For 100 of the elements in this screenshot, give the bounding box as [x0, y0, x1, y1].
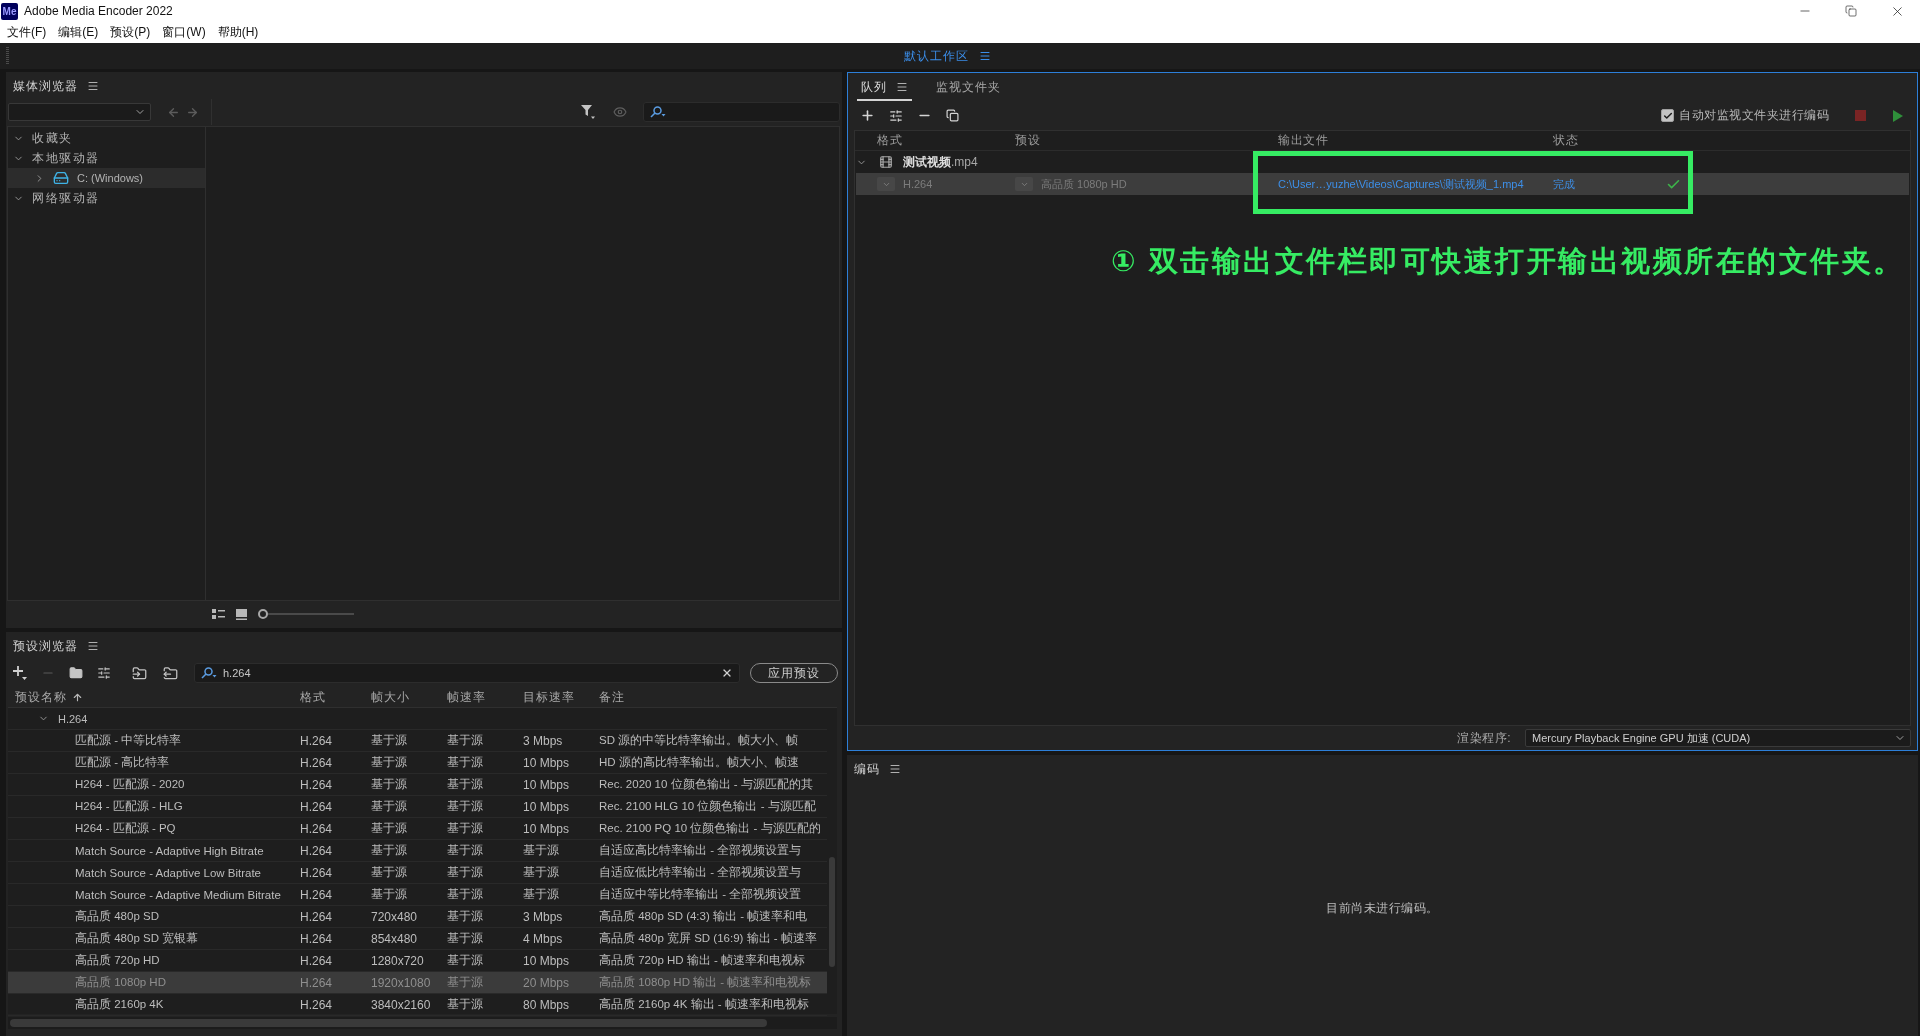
table-cell-text: 基于源	[447, 842, 484, 859]
search-icon[interactable]	[650, 106, 666, 118]
table-cell-text: 匹配源 - 高比特率	[74, 755, 171, 770]
sliders-icon[interactable]	[889, 108, 903, 123]
horizontal-scrollbar[interactable]	[8, 1017, 837, 1029]
table-cell-text: 10 Mbps	[523, 953, 571, 968]
renderer-dropdown[interactable]: Mercury Playback Engine GPU 加速 (CUDA)	[1525, 729, 1911, 747]
preset-row[interactable]: H264 - 匹配源 - 2020 H.264 基于源 基于源 10 Mbps Rec. 2020 10 位颜色输出 - 与源匹配的其	[8, 774, 827, 796]
filter-icon[interactable]	[581, 105, 595, 119]
preset-row[interactable]: 匹配源 - 中等比特率 H.264 基于源 基于源 3 Mbps SD 源的中等比特率输出。帧大小、帧	[8, 730, 827, 752]
column-header[interactable]: 预设	[1015, 132, 1278, 149]
table-cell-text: H264 - 匹配源 - HLG	[74, 799, 184, 814]
table-cell-text: 3840x2160	[371, 997, 432, 1012]
sort-arrow-icon[interactable]	[72, 691, 83, 703]
play-icon[interactable]	[1893, 109, 1903, 122]
column-header[interactable]: 预设名称	[8, 688, 300, 706]
menu-icon[interactable]	[896, 81, 908, 93]
slider-thumb[interactable]	[258, 609, 268, 619]
folder-export-icon[interactable]	[163, 665, 178, 681]
preset-group[interactable]: H.264	[8, 708, 827, 730]
tree-item[interactable]: 网络驱动器	[8, 188, 205, 208]
table-cell-text: 基于源	[371, 842, 408, 859]
checkbox[interactable]	[1661, 109, 1674, 122]
preset-row[interactable]: 高品质 1080p HD H.264 1920x1080 基于源 20 Mbps 高品质 1080p HD 输出 - 帧速率和电视标	[8, 972, 827, 994]
table-cell-text: H.264	[300, 909, 334, 924]
table-cell-text: Match Source - Adaptive Low Bitrate	[74, 866, 262, 879]
source-file-name[interactable]: 测试视频.mp4	[903, 153, 978, 171]
preset-row[interactable]: H264 - 匹配源 - PQ H.264 基于源 基于源 10 Mbps Rec. 2100 PQ 10 位颜色输出 - 与源匹配的	[8, 818, 827, 840]
sliders-icon[interactable]	[97, 666, 111, 680]
table-cell-text: 1920x1080	[371, 975, 432, 990]
preset-row[interactable]: Match Source - Adaptive Low Bitrate H.264 基于源 基于源 基于源 自适应低比特率输出 - 全部视频设置与	[8, 862, 827, 884]
panel-tab[interactable]: 队列	[857, 77, 912, 101]
preset-row[interactable]: 高品质 2160p 4K H.264 3840x2160 基于源 80 Mbps 高品质 2160p 4K 输出 - 帧速率和电视标	[8, 994, 827, 1016]
panel-title: 编码	[854, 760, 880, 778]
table-cell-text: H.264	[300, 975, 334, 990]
workspace-tab[interactable]: 默认工作区	[904, 47, 969, 65]
tree-item[interactable]: C: (Windows)	[8, 168, 205, 188]
menu-icon[interactable]	[87, 640, 99, 652]
restore-icon[interactable]	[1845, 5, 1857, 17]
menu-item[interactable]: 编辑(E)	[52, 22, 105, 43]
thumbnail-view-icon[interactable]	[236, 608, 247, 620]
table-cell-text: 基于源	[447, 952, 484, 969]
grip-icon[interactable]	[6, 47, 9, 65]
table-cell-text: Rec. 2020 10 位颜色输出 - 与源匹配的其	[599, 777, 814, 792]
table-cell-text: 基于源	[447, 864, 484, 881]
format-value: H.264	[903, 178, 933, 190]
preset-row[interactable]: 高品质 480p SD H.264 720x480 基于源 3 Mbps 高品质 480p SD (4:3) 输出 - 帧速率和电	[8, 906, 827, 928]
plus-icon[interactable]	[860, 108, 875, 123]
preset-row[interactable]: 高品质 480p SD 宽银幕 H.264 854x480 基于源 4 Mbps 高品质 480p 宽屏 SD (16:9) 输出 - 帧速率	[8, 928, 827, 950]
list-view-icon[interactable]	[212, 608, 225, 620]
folder-icon[interactable]	[69, 666, 83, 680]
plus-icon[interactable]	[13, 666, 27, 680]
search-field[interactable]: h.264	[194, 663, 740, 683]
menu-item[interactable]: 帮助(H)	[211, 22, 265, 43]
tree-item[interactable]: 收藏夹	[8, 128, 205, 148]
search-icon[interactable]	[201, 667, 217, 679]
table-cell-text: 高品质 1080p HD	[74, 975, 167, 990]
table-cell-text: 高品质 2160p 4K	[74, 997, 165, 1012]
table-cell-text: 10 Mbps	[523, 821, 571, 836]
table-cell-text: 高品质 2160p 4K 输出 - 帧速率和电视标	[599, 997, 810, 1012]
table-cell-text: 基于源	[371, 754, 408, 771]
zoom-slider[interactable]	[258, 609, 354, 619]
preset-row[interactable]: Match Source - Adaptive High Bitrate H.264 基于源 基于源 基于源 自适应高比特率输出 - 全部视频设置与	[8, 840, 827, 862]
table-cell-text: 4 Mbps	[523, 931, 564, 946]
menu-item[interactable]: 预设(P)	[104, 22, 157, 43]
column-header[interactable]: 帧大小	[371, 688, 447, 706]
preset-row[interactable]: H264 - 匹配源 - HLG H.264 基于源 基于源 10 Mbps Rec. 2100 HLG 10 位颜色输出 - 与源匹配	[8, 796, 827, 818]
apply-preset-button[interactable]: 应用预设	[750, 663, 838, 683]
column-header[interactable]: 格式	[877, 132, 1015, 149]
table-cell-text: 高品质 480p SD 宽银幕	[74, 931, 200, 946]
table-cell-text: 基于源	[371, 776, 408, 793]
clear-icon[interactable]	[721, 667, 733, 679]
search-field[interactable]	[643, 102, 840, 122]
table-cell-text: H.264	[300, 997, 334, 1012]
renderer-label: 渲染程序:	[1457, 729, 1511, 747]
preset-row[interactable]: Match Source - Adaptive Medium Bitrate H.264 基于源 基于源 基于源 自适应中等比特率输出 - 全部视频设置	[8, 884, 827, 906]
table-cell-text: 高品质 480p SD	[74, 909, 160, 924]
table-cell-text: H.264	[300, 843, 334, 858]
column-header[interactable]: 目标速率	[523, 688, 599, 706]
column-header[interactable]: 帧速率	[447, 688, 523, 706]
table-cell-text: H.264	[300, 799, 334, 814]
table-cell-text: 基于源	[447, 930, 484, 947]
duplicate-icon[interactable]	[946, 109, 959, 122]
column-header[interactable]: 备注	[599, 688, 837, 706]
menu-icon[interactable]	[979, 50, 991, 62]
menu-item[interactable]: 文件(F)	[1, 22, 53, 43]
menu-icon[interactable]	[889, 763, 901, 775]
menu-item[interactable]: 窗口(W)	[156, 22, 212, 43]
table-cell-text: 80 Mbps	[523, 997, 571, 1012]
column-header[interactable]: 状态	[1553, 132, 1910, 149]
folder-import-icon[interactable]	[132, 665, 147, 681]
preset-row[interactable]: 匹配源 - 高比特率 H.264 基于源 基于源 10 Mbps HD 源的高比特率输出。帧大小、帧速	[8, 752, 827, 774]
table-cell-text: 10 Mbps	[523, 755, 571, 770]
menu-icon[interactable]	[87, 80, 99, 92]
panel-tab[interactable]: 监视文件夹	[932, 77, 1005, 101]
table-cell-text: Match Source - Adaptive Medium Bitrate	[74, 888, 282, 901]
tree-item[interactable]: 本地驱动器	[8, 148, 205, 168]
column-header[interactable]: 输出文件	[1278, 132, 1553, 149]
column-header[interactable]: 格式	[300, 688, 371, 706]
table-cell-text: 高品质 720p HD	[74, 953, 161, 968]
